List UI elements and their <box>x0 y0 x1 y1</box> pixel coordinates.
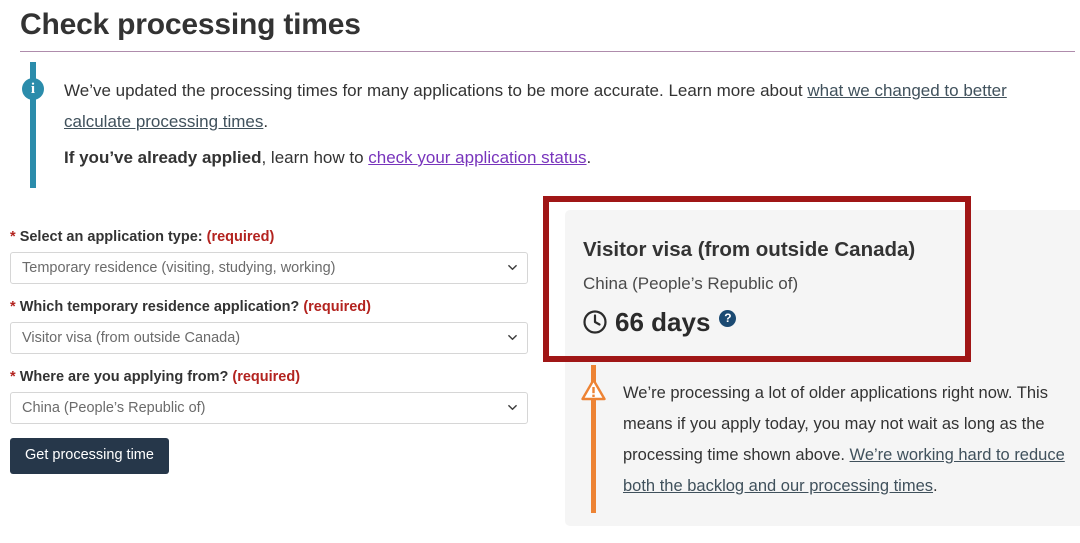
applying-from-select[interactable]: China (People’s Republic of) <box>10 392 528 424</box>
page-title: Check processing times <box>20 8 361 41</box>
application-type-label: * Select an application type: (required) <box>10 228 540 246</box>
warning-notice-text: We’re processing a lot of older applicat… <box>623 378 1080 502</box>
info-line-2-middle: , learn how to <box>261 148 369 167</box>
result-country: China (People’s Republic of) <box>583 274 799 293</box>
result-application-title: Visitor visa (from outside Canada) <box>583 238 916 261</box>
get-processing-time-button[interactable]: Get processing time <box>10 438 169 474</box>
required-asterisk: * <box>10 299 16 315</box>
required-asterisk: * <box>10 229 16 245</box>
result-days-row: 66 days ? <box>582 307 737 337</box>
title-divider <box>20 51 1075 52</box>
temporary-residence-required-text: (required) <box>303 299 371 315</box>
temporary-residence-value: Visitor visa (from outside Canada) <box>22 330 241 346</box>
application-type-required-text: (required) <box>206 229 275 245</box>
warning-triangle-icon <box>581 378 606 401</box>
chevron-down-icon <box>508 263 517 272</box>
info-line-1: We’ve updated the processing times for m… <box>64 75 1022 137</box>
applying-from-label-text: Where are you applying from? <box>19 369 229 385</box>
info-line-1-text: We’ve updated the processing times for m… <box>64 81 808 100</box>
info-icon: i <box>22 78 44 100</box>
application-type-label-text: Select an application type: <box>19 229 203 245</box>
clock-icon <box>582 309 608 335</box>
check-application-status-link[interactable]: check your application status <box>368 148 586 167</box>
required-asterisk: * <box>10 369 16 385</box>
processing-time-form: * Select an application type: (required)… <box>10 228 540 474</box>
chevron-down-icon <box>508 403 517 412</box>
processing-time-result-card: Visitor visa (from outside Canada) China… <box>565 210 1080 526</box>
application-type-select[interactable]: Temporary residence (visiting, studying,… <box>10 252 528 284</box>
info-line-2: If you’ve already applied, learn how to … <box>64 142 1022 173</box>
application-type-value: Temporary residence (visiting, studying,… <box>22 260 336 276</box>
already-applied-bold: If you’ve already applied <box>64 148 262 167</box>
warning-text-after: . <box>933 477 938 495</box>
temporary-residence-label: * Which temporary residence application?… <box>10 298 540 316</box>
applying-from-value: China (People’s Republic of) <box>22 400 206 416</box>
info-line-1-period: . <box>263 112 269 131</box>
applying-from-label: * Where are you applying from? (required… <box>10 368 540 386</box>
info-line-2-period: . <box>586 148 592 167</box>
processing-days-value: 66 days <box>615 307 711 337</box>
applying-from-required-text: (required) <box>232 369 301 385</box>
help-question-icon[interactable]: ? <box>719 309 737 327</box>
temporary-residence-label-text: Which temporary residence application? <box>19 299 300 315</box>
warning-paragraph: We’re processing a lot of older applicat… <box>623 378 1080 502</box>
info-banner-text: We’ve updated the processing times for m… <box>64 75 1022 173</box>
temporary-residence-select[interactable]: Visitor visa (from outside Canada) <box>10 322 528 354</box>
chevron-down-icon <box>508 333 517 342</box>
